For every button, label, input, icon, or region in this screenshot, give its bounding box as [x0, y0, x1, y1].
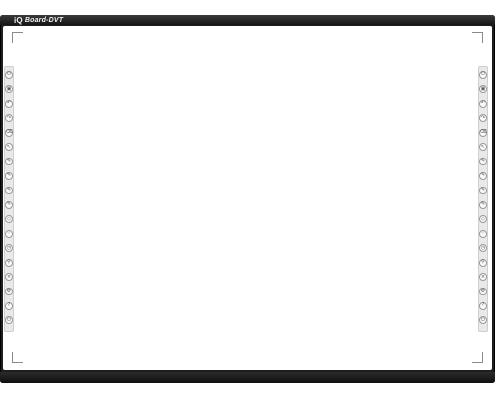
corner-marker-top-left	[12, 32, 23, 43]
undo-icon[interactable]: ↶	[5, 99, 13, 108]
pen-icon[interactable]: ✎	[5, 157, 13, 166]
help-icon[interactable]: ?	[5, 302, 13, 310]
highlighter-icon[interactable]: ✎	[5, 200, 13, 209]
right-toolbar: ⏻ ▣ ↶ ↷ ⌫ ↖ ✎ ✎ ✎ ✎ ◇ ⁘ ◷ ⚲ × ⚙? ⏻	[478, 66, 488, 332]
highlighter-icon[interactable]: ✎	[479, 200, 487, 209]
settings-icon[interactable]: ⚙	[5, 287, 13, 296]
close-icon[interactable]: ×	[5, 273, 13, 281]
pointer-icon[interactable]: ↖	[479, 143, 487, 152]
exit-icon[interactable]: ⏻	[479, 316, 487, 325]
corner-marker-bottom-right	[472, 352, 483, 363]
save-icon[interactable]: ▣	[5, 85, 13, 94]
redo-icon[interactable]: ↷	[5, 114, 13, 123]
grid-icon[interactable]: ⁘	[5, 229, 13, 238]
save-icon[interactable]: ▣	[479, 85, 487, 94]
power-icon[interactable]: ⏻	[5, 71, 13, 79]
clock-icon[interactable]: ◷	[479, 244, 487, 253]
brand-product-name: Board-DVT	[24, 17, 64, 24]
zoom-icon[interactable]: ⚲	[479, 258, 487, 267]
marker-icon[interactable]: ✎	[5, 186, 13, 195]
eraser-icon[interactable]: ⌫	[479, 128, 487, 137]
brush-icon[interactable]: ✎	[479, 172, 487, 180]
frame-bottom-bar	[0, 372, 495, 383]
exit-icon[interactable]: ⏻	[5, 316, 13, 325]
redo-icon[interactable]: ↷	[479, 114, 487, 123]
close-icon[interactable]: ×	[479, 273, 487, 281]
brand-logo-mark: iQ	[14, 16, 23, 25]
eraser-icon[interactable]: ⌫	[5, 128, 13, 137]
help-icon[interactable]: ?	[479, 302, 487, 310]
corner-marker-bottom-left	[12, 352, 23, 363]
brush-icon[interactable]: ✎	[5, 172, 13, 180]
zoom-icon[interactable]: ⚲	[5, 258, 13, 267]
whiteboard-canvas[interactable]	[3, 26, 492, 370]
undo-icon[interactable]: ↶	[479, 99, 487, 108]
corner-marker-top-right	[472, 32, 483, 43]
shape-icon[interactable]: ◇	[479, 215, 487, 224]
grid-icon[interactable]: ⁘	[479, 229, 487, 238]
pen-icon[interactable]: ✎	[479, 157, 487, 166]
marker-icon[interactable]: ✎	[479, 186, 487, 195]
left-toolbar: ⏻ ▣ ↶ ↷ ⌫ ↖ ✎ ✎ ✎ ✎ ◇ ⁘ ◷ ⚲ × ⚙? ⏻	[4, 66, 14, 332]
settings-icon[interactable]: ⚙	[479, 287, 487, 296]
power-icon[interactable]: ⏻	[479, 71, 487, 79]
clock-icon[interactable]: ◷	[5, 244, 13, 253]
shape-icon[interactable]: ◇	[5, 215, 13, 224]
brand-logo: iQ Board-DVT	[14, 16, 63, 25]
pointer-icon[interactable]: ↖	[5, 143, 13, 152]
